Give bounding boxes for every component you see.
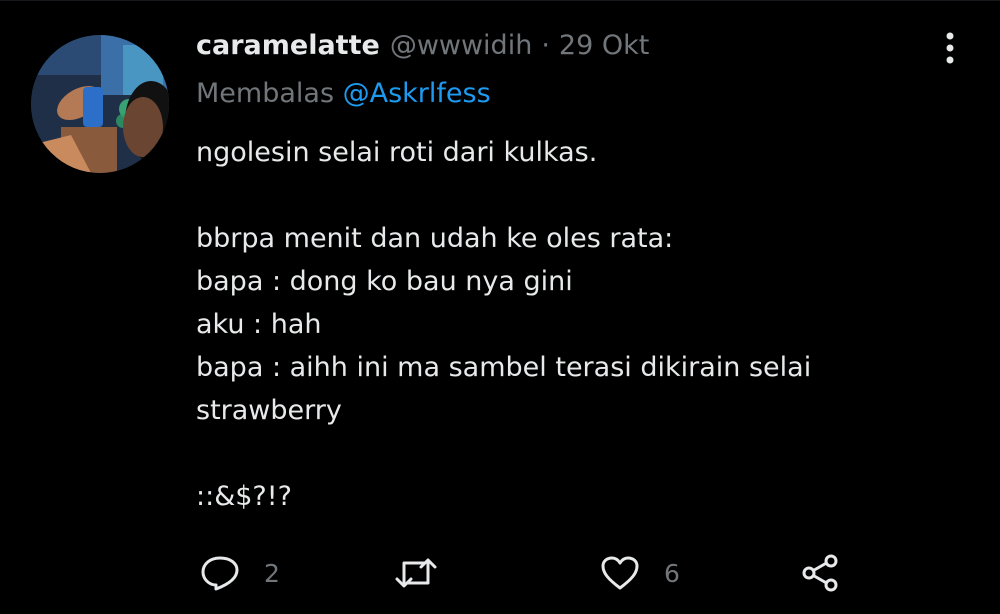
tweet-text-line: [196, 432, 916, 475]
avatar-image: [31, 35, 169, 173]
share-button[interactable]: [800, 548, 840, 598]
more-options-button[interactable]: [930, 28, 970, 68]
reply-mention-link[interactable]: @Askrlfess: [343, 78, 491, 109]
separator-dot: ·: [541, 30, 550, 61]
tweet-text-line: ::&$?!?: [196, 481, 292, 512]
reply-icon: [201, 556, 239, 591]
reply-prefix: Membalas: [196, 78, 335, 109]
retweet-button[interactable]: [394, 548, 462, 598]
tweet-text-line: bapa : aihh ini ma sambel terasi dikirai…: [196, 352, 812, 383]
tweet-text-line: strawberry: [196, 395, 342, 426]
reply-button[interactable]: 2: [200, 548, 280, 598]
like-button[interactable]: 6: [600, 548, 680, 598]
top-divider: [0, 0, 1000, 1]
user-handle[interactable]: @wwwidih: [390, 30, 533, 61]
tweet-text: ngolesin selai roti dari kulkas. bbrpa m…: [196, 131, 916, 518]
tweet[interactable]: caramelatte @wwwidih · 29 Okt Membalas @…: [0, 0, 1000, 614]
like-count: 6: [664, 558, 680, 588]
tweet-header: caramelatte @wwwidih · 29 Okt: [196, 30, 649, 70]
tweet-text-line: bbrpa menit dan udah ke oles rata:: [196, 223, 674, 254]
heart-icon: [601, 556, 639, 590]
tweet-date[interactable]: 29 Okt: [559, 30, 649, 61]
retweet-icon: [395, 558, 437, 588]
tweet-text-line: [196, 174, 916, 217]
tweet-text-line: aku : hah: [196, 309, 322, 340]
reply-context: Membalas @Askrlfess: [196, 78, 491, 109]
tweet-actions: 2 6: [196, 548, 956, 598]
reply-count: 2: [264, 558, 280, 588]
avatar[interactable]: [31, 35, 169, 173]
display-name[interactable]: caramelatte: [196, 30, 380, 61]
tweet-text-line: ngolesin selai roti dari kulkas.: [196, 137, 598, 168]
share-icon: [802, 554, 838, 592]
tweet-text-line: bapa : dong ko bau nya gini: [196, 266, 573, 297]
more-vertical-icon: [946, 32, 954, 64]
